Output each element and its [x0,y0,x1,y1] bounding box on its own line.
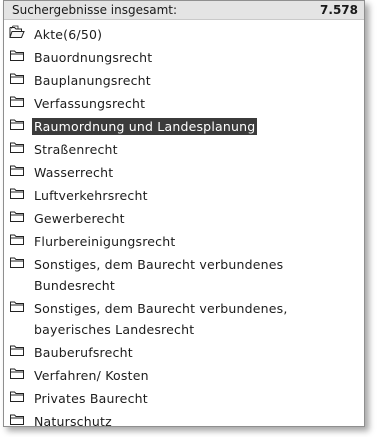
folder-icon [10,301,24,312]
folder-icon [10,234,24,245]
tree-item-label: Raumordnung und Landesplanung [32,118,258,135]
tree-item-label: Luftverkehrsrecht [34,188,148,203]
folder-icon [10,73,24,84]
tree-item-sonstiges-bundesrecht[interactable]: Sonstiges, dem Baurecht verbundenes Bund… [4,253,364,297]
tree-item-label: Gewerberecht [34,211,125,226]
folder-icon [10,188,24,199]
folder-icon [10,165,24,176]
results-total-label: Suchergebnisse insgesamt: [12,3,178,17]
tree-item-sonstiges-landesrecht[interactable]: Sonstiges, dem Baurecht verbundenes, bay… [4,297,364,341]
tree-item-bauordnungsrecht[interactable]: Bauordnungsrecht [4,46,364,69]
folder-icon [10,211,24,222]
tree-item-verfahren-kosten[interactable]: Verfahren/ Kosten [4,364,364,387]
folder-icon [10,391,24,402]
folder-icon [10,368,24,379]
tree-item-luftverkehrsrecht[interactable]: Luftverkehrsrecht [4,184,364,207]
tree-item-privates-baurecht[interactable]: Privates Baurecht [4,387,364,410]
folder-icon [10,257,24,268]
tree-item-gewerberecht[interactable]: Gewerberecht [4,207,364,230]
folder-icon [10,142,24,153]
tree-item-raumordnung[interactable]: Raumordnung und Landesplanung [4,115,364,138]
tree-item-label: Wasserrecht [34,165,114,180]
tree-item-label: Verfahren/ Kosten [34,368,149,383]
tree-item-label: Sonstiges, dem Baurecht verbundenes Bund… [34,257,284,293]
tree-item-label: Privates Baurecht [34,391,148,406]
tree-item-label: Akte(6/50) [34,27,103,42]
category-tree: Akte(6/50) Bauordnungsrecht Bauplanungsr… [4,23,364,433]
tree-item-label: Bauberufsrecht [34,345,133,360]
tree-item-label: Flurbereinigungsrecht [34,234,176,249]
tree-item-label: Bauordnungsrecht [34,50,153,65]
tree-item-label: Bauplanungsrecht [34,73,151,88]
results-total-count: 7.578 [320,3,358,17]
tree-item-verfassungsrecht[interactable]: Verfassungsrecht [4,92,364,115]
search-results-panel: Suchergebnisse insgesamt: 7.578 Akte(6/5… [3,0,365,429]
folder-icon [10,50,24,61]
tree-item-label: Straßenrecht [34,142,118,157]
folder-icon [10,345,24,356]
folder-icon [10,119,24,130]
folder-icon [10,96,24,107]
tree-item-akte[interactable]: Akte(6/50) [4,23,364,46]
tree-item-label: Naturschutz [34,414,112,429]
tree-item-label: Verfassungsrecht [34,96,146,111]
tree-item-flurbereinigungsrecht[interactable]: Flurbereinigungsrecht [4,230,364,253]
tree-item-bauplanungsrecht[interactable]: Bauplanungsrecht [4,69,364,92]
tree-item-wasserrecht[interactable]: Wasserrecht [4,161,364,184]
open-folder-icon [9,25,25,38]
tree-item-naturschutz[interactable]: Naturschutz [4,410,364,433]
folder-icon [10,414,24,425]
tree-item-strassenrecht[interactable]: Straßenrecht [4,138,364,161]
tree-item-bauberufsrecht[interactable]: Bauberufsrecht [4,341,364,364]
results-header: Suchergebnisse insgesamt: 7.578 [4,1,364,20]
tree-item-label: Sonstiges, dem Baurecht verbundenes, bay… [34,301,288,337]
